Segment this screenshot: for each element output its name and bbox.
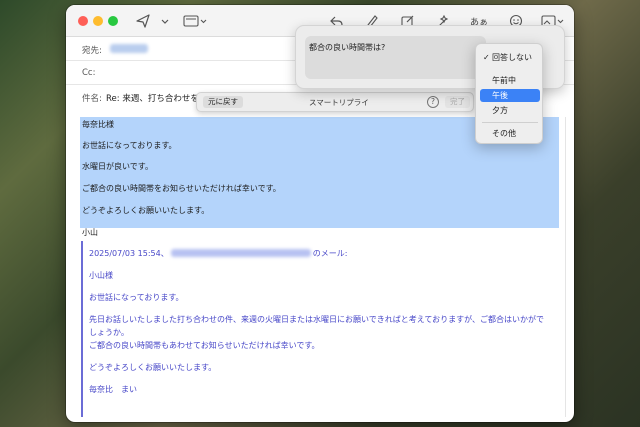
to-label: 宛先: bbox=[82, 46, 102, 56]
signature[interactable]: 小山 bbox=[82, 227, 98, 238]
send-icon[interactable] bbox=[134, 11, 152, 31]
smart-reply-title: スマートリプライ bbox=[309, 98, 369, 107]
zoom-window-button[interactable] bbox=[108, 16, 118, 26]
greeting[interactable]: 毎奈比様 bbox=[82, 119, 114, 130]
answer-dropdown-menu: ✓ 回答しない 午前中 午後 夕方 その他 bbox=[475, 43, 543, 144]
done-button[interactable]: 完了 bbox=[445, 96, 470, 108]
smart-reply-bar: 元に戻す スマートリプライ ? 完了 bbox=[196, 92, 474, 112]
to-recipient[interactable] bbox=[110, 44, 148, 53]
menu-item-label: 午後 bbox=[492, 91, 508, 100]
undo-button[interactable]: 元に戻す bbox=[203, 96, 243, 108]
quote-line: ご都合の良い時間帯もあわせてお知らせいただければ幸いです。 bbox=[89, 341, 320, 350]
checkmark-icon: ✓ bbox=[483, 53, 490, 62]
quote-line: 毎奈比 まい bbox=[89, 385, 137, 394]
header-fields-icon[interactable] bbox=[182, 11, 208, 31]
quote-date: 2025/07/03 15:54、 bbox=[89, 249, 169, 258]
help-button[interactable]: ? bbox=[427, 96, 439, 108]
quote-line: 先日お話しいたしました打ち合わせの件、来週の火曜日または水曜日にお願いできればと… bbox=[89, 315, 544, 324]
body-line[interactable]: どうぞよろしくお願いいたします。 bbox=[82, 205, 209, 216]
body-line[interactable]: ご都合の良い時間帯をお知らせいただければ幸いです。 bbox=[82, 183, 281, 194]
menu-item-label: 夕方 bbox=[492, 106, 508, 115]
menu-item-morning[interactable]: 午前中 bbox=[480, 74, 540, 87]
minimize-window-button[interactable] bbox=[93, 16, 103, 26]
quote-line: 小山様 bbox=[89, 271, 113, 280]
menu-item-afternoon[interactable]: 午後 bbox=[480, 89, 540, 102]
menu-item-no-answer[interactable]: ✓ 回答しない bbox=[480, 51, 540, 64]
subject-label: 件名: bbox=[82, 94, 102, 104]
menu-item-label: その他 bbox=[492, 129, 516, 138]
quote-bar bbox=[81, 241, 83, 417]
chevron-down-icon[interactable] bbox=[159, 11, 171, 31]
quote-sender-redacted bbox=[170, 249, 311, 257]
menu-separator bbox=[482, 122, 538, 123]
menu-item-label: 午前中 bbox=[492, 76, 516, 85]
menu-item-label: 回答しない bbox=[492, 53, 532, 62]
menu-item-other[interactable]: その他 bbox=[480, 127, 540, 140]
quote-line: お世話になっております。 bbox=[89, 293, 184, 302]
body-line[interactable]: 水曜日が良いです。 bbox=[82, 161, 153, 172]
cc-label: Cc: bbox=[82, 68, 96, 78]
question-text: 都合の良い時間帯は? bbox=[309, 43, 386, 52]
quote-line: しょうか。 bbox=[89, 328, 129, 337]
quote-suffix: のメール: bbox=[312, 249, 348, 258]
menu-item-evening[interactable]: 夕方 bbox=[480, 104, 540, 117]
quote-attribution: 2025/07/03 15:54、 のメール: bbox=[89, 248, 347, 259]
scrollbar-track bbox=[565, 117, 566, 417]
quote-line: どうぞよろしくお願いいたします。 bbox=[89, 363, 217, 372]
close-window-button[interactable] bbox=[78, 16, 88, 26]
body-line[interactable]: お世話になっております。 bbox=[82, 140, 177, 151]
